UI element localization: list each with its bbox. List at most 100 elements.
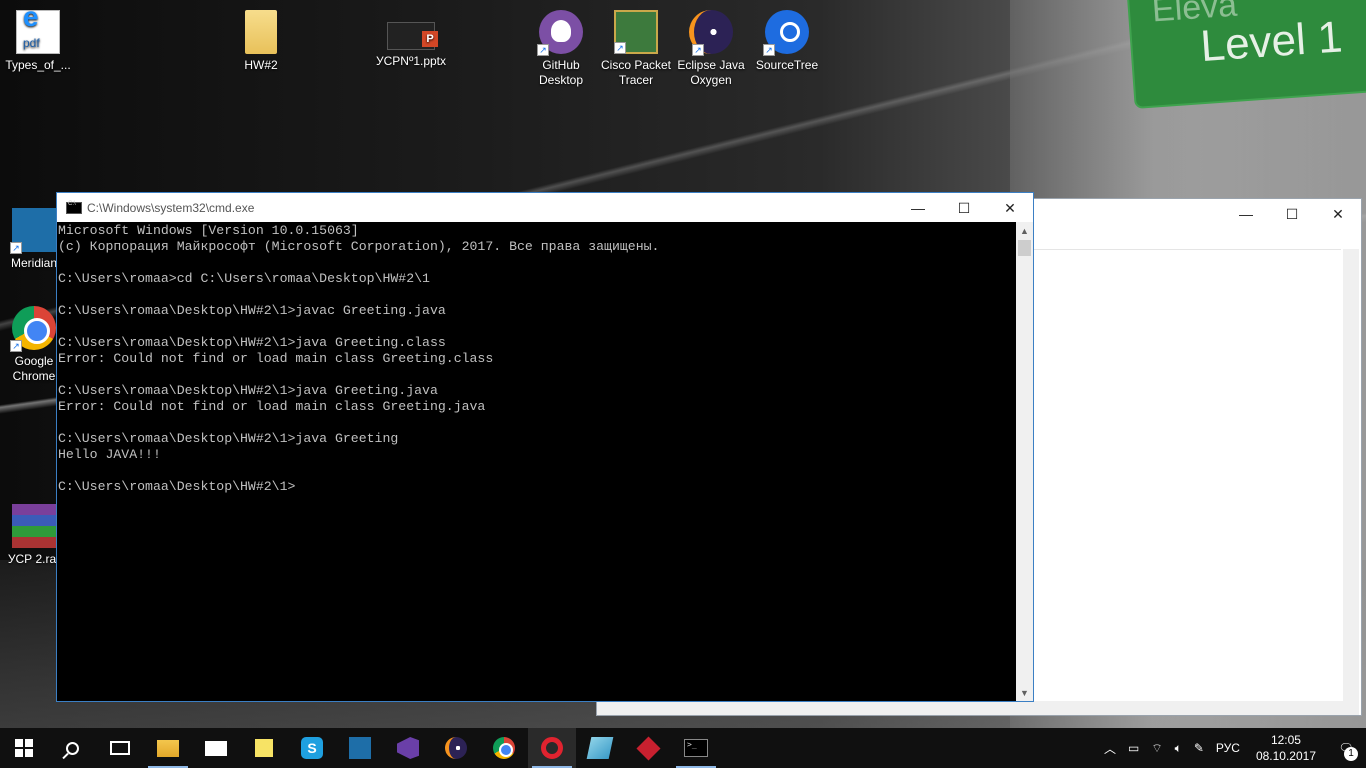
scrollbar-thumb[interactable] <box>1018 240 1031 256</box>
desktop-icon-usr-pptx[interactable]: УСРNº1.pptx <box>373 2 449 69</box>
cmd-titlebar[interactable]: C:\Windows\system32\cmd.exe — ☐ ✕ <box>57 193 1033 222</box>
eclipse-icon <box>445 737 467 759</box>
desktop-icon-hw2[interactable]: HW#2 <box>223 2 299 73</box>
wifi-icon[interactable]: ⌔ <box>1145 728 1168 768</box>
shortcut-arrow-icon: ↗ <box>10 242 22 254</box>
pen-icon[interactable]: ✎ <box>1188 728 1210 768</box>
taskbar: S ︿ ▭ ⌔ 🔈︎ ✎ РУС 12:05 08.10.2017 🗨︎ 1 <box>0 728 1366 768</box>
clock[interactable]: 12:05 08.10.2017 <box>1246 728 1326 768</box>
cmd-window-controls: — ☐ ✕ <box>895 193 1033 223</box>
terminal-line: Hello JAVA!!! <box>58 447 161 462</box>
scroll-down-arrow-icon[interactable]: ▼ <box>1016 684 1033 701</box>
winrar-archive-icon <box>12 504 56 548</box>
notification-count-badge: 1 <box>1344 747 1358 761</box>
terminal-line: C:\Users\romaa\Desktop\HW#2\1>java Greet… <box>58 383 438 398</box>
taskbar-mail[interactable] <box>192 728 240 768</box>
chrome-icon: ↗ <box>10 306 56 352</box>
maximize-button[interactable]: ☐ <box>941 193 987 223</box>
background-window-vertical-scrollbar[interactable] <box>1343 249 1359 715</box>
taskbar-git[interactable] <box>624 728 672 768</box>
scroll-up-arrow-icon[interactable]: ▲ <box>1016 222 1033 239</box>
minimize-button[interactable]: — <box>1223 199 1269 229</box>
meridian-icon: ↗ <box>10 208 56 254</box>
desktop-icon-label: Cisco Packet Tracer <box>600 58 672 87</box>
desktop-icon-label: Types_of_... <box>5 58 71 72</box>
taskbar-visual-studio[interactable] <box>384 728 432 768</box>
pdf-file-icon <box>16 9 60 54</box>
terminal-prompt-line[interactable]: C:\Users\romaa\Desktop\HW#2\1> <box>58 479 1017 495</box>
chrome-icon <box>493 737 515 759</box>
volume-icon[interactable]: 🔈︎ <box>1169 728 1188 768</box>
shortcut-arrow-icon: ↗ <box>537 44 549 56</box>
meridian-icon <box>349 737 371 759</box>
git-icon <box>635 735 661 761</box>
desktop-icon-types-of[interactable]: Types_of_... <box>0 2 76 73</box>
desktop-icon-label: Eclipse Java Oxygen <box>677 58 745 87</box>
terminal-output[interactable]: Microsoft Windows [Version 10.0.15063] (… <box>57 222 1017 701</box>
background-window-horizontal-scrollbar[interactable] <box>597 701 1343 715</box>
power-icon[interactable]: ▭ <box>1122 728 1145 768</box>
command-prompt-icon <box>684 739 708 757</box>
system-tray: ︿ ▭ ⌔ 🔈︎ ✎ РУС 12:05 08.10.2017 🗨︎ 1 <box>1098 728 1366 768</box>
terminal-line: (c) Корпорация Майкрософт (Microsoft Cor… <box>58 239 660 254</box>
shortcut-arrow-icon: ↗ <box>10 340 22 352</box>
close-button[interactable]: ✕ <box>1315 199 1361 229</box>
shortcut-arrow-icon: ↗ <box>614 42 626 54</box>
cmd-vertical-scrollbar[interactable]: ▲ ▼ <box>1016 222 1033 701</box>
desktop-icon-github-desktop[interactable]: ↗ GitHub Desktop <box>523 2 599 88</box>
folder-icon <box>245 10 277 54</box>
sticky-notes-icon <box>255 739 273 757</box>
desktop-icon-label: SourceTree <box>755 58 819 72</box>
paper-app-icon <box>586 737 614 759</box>
terminal-line: Error: Could not find or load main class… <box>58 399 486 414</box>
task-view-icon <box>110 741 130 755</box>
clock-date: 08.10.2017 <box>1255 749 1316 763</box>
powerpoint-file-icon <box>387 22 438 50</box>
shortcut-arrow-icon: ↗ <box>692 44 704 56</box>
taskbar-paper[interactable] <box>576 728 624 768</box>
taskbar-eclipse[interactable] <box>432 728 480 768</box>
sourcetree-icon: ↗ <box>763 10 809 56</box>
wallpaper-level-sign: Eleva Level 1 <box>1125 0 1366 109</box>
taskbar-chrome[interactable] <box>480 728 528 768</box>
terminal-line: C:\Users\romaa\Desktop\HW#2\1>java Greet… <box>58 431 399 446</box>
minimize-button[interactable]: — <box>895 193 941 223</box>
mail-icon <box>205 740 227 756</box>
taskbar-skype[interactable]: S <box>288 728 336 768</box>
terminal-line: Error: Could not find or load main class… <box>58 351 494 366</box>
eclipse-icon: ↗ <box>689 10 733 56</box>
taskbar-search-button[interactable] <box>48 728 96 768</box>
terminal-line: Microsoft Windows [Version 10.0.15063] <box>58 223 359 238</box>
shortcut-arrow-icon: ↗ <box>763 44 775 56</box>
background-window-controls: — ☐ ✕ <box>1223 199 1361 229</box>
opera-icon <box>541 737 563 759</box>
action-center-button[interactable]: 🗨︎ 1 <box>1326 728 1366 768</box>
sign-main-text: Level 1 <box>1198 12 1344 72</box>
show-hidden-icons-chevron-icon[interactable]: ︿ <box>1098 728 1122 768</box>
background-window-content <box>1033 249 1341 699</box>
clock-time: 12:05 <box>1270 733 1301 747</box>
taskbar-start-button[interactable] <box>0 728 48 768</box>
desktop-icon-eclipse[interactable]: ↗ Eclipse Java Oxygen <box>673 2 749 88</box>
taskbar-meridian[interactable] <box>336 728 384 768</box>
taskbar-sticky-notes[interactable] <box>240 728 288 768</box>
language-indicator[interactable]: РУС <box>1210 728 1246 768</box>
taskbar-task-view-button[interactable] <box>96 728 144 768</box>
cmd-window[interactable]: C:\Windows\system32\cmd.exe — ☐ ✕ Micros… <box>56 192 1034 702</box>
maximize-button[interactable]: ☐ <box>1269 199 1315 229</box>
taskbar-opera[interactable] <box>528 728 576 768</box>
cisco-packet-tracer-icon: ↗ <box>614 10 658 54</box>
desktop-icon-label: HW#2 <box>244 58 278 72</box>
desktop-icon-cisco[interactable]: ↗ Cisco Packet Tracer <box>598 2 674 88</box>
desktop-icon-label: УСРNº1.pptx <box>375 54 447 68</box>
close-button[interactable]: ✕ <box>987 193 1033 223</box>
terminal-line: C:\Users\romaa\Desktop\HW#2\1>javac Gree… <box>58 303 446 318</box>
taskbar-file-explorer[interactable] <box>144 728 192 768</box>
taskbar-cmd[interactable] <box>672 728 720 768</box>
desktop-icon-sourcetree[interactable]: ↗ SourceTree <box>749 2 825 73</box>
